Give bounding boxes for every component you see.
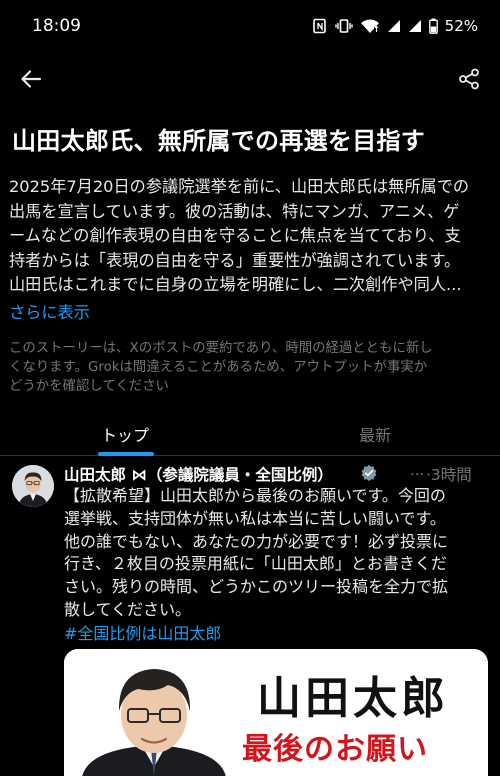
wifi-icon <box>360 19 379 33</box>
post-truncation-dots: ... <box>410 461 425 479</box>
post-header: 山田太郎 ⋈（参議院議員・全国比例） ... ·3時間 <box>64 461 494 485</box>
disclaimer-line: このストーリーは、Xのポストの要約であり、時間の経過とともに新し <box>9 341 433 356</box>
post-time: ·3時間 <box>426 466 472 484</box>
show-more-link[interactable]: さらに表示 <box>9 299 90 323</box>
tab-latest-label: 最新 <box>358 426 391 445</box>
disclaimer-line: くなります。Grokは間違えることがあるため、アウトプットが事実か <box>9 360 428 375</box>
summary-line: ームなどの創作表現の自由を守ることに焦点を当てており、支 <box>9 226 461 245</box>
avatar[interactable] <box>12 465 54 507</box>
media-subtitle-text: 最後のお願い <box>242 732 428 767</box>
post-text: 【拡散希望】山田太郎から最後のお願いです。今回の 選挙戦、支持団体が無い私は本当… <box>64 485 494 622</box>
post-text-line: 散してください。 <box>64 599 192 619</box>
share-icon <box>459 68 479 90</box>
share-button[interactable] <box>452 62 486 96</box>
summary-line: 出馬を宣言しています。彼の活動は、特にマンガ、アニメ、ゲ <box>9 201 460 221</box>
avatar-photo-icon <box>12 465 54 507</box>
post[interactable]: 山田太郎 ⋈（参議院議員・全国比例） ... ·3時間 【拡散希望】山田太郎から… <box>0 457 500 776</box>
arrow-left-icon <box>21 70 42 88</box>
verified-badge-icon <box>361 464 377 482</box>
post-text-line: 【拡散希望】山田太郎から最後のお願いです。今回の <box>64 486 446 505</box>
status-icons: 52% <box>312 17 478 35</box>
grok-disclaimer: このストーリーは、Xのポストの要約であり、時間の経過とともに新し くなります。G… <box>9 339 494 396</box>
nfc-icon <box>312 18 326 34</box>
app-bar <box>0 52 500 108</box>
summary-line: 持者からは「表現の自由を守る」重要性が強調されています。 <box>9 250 461 270</box>
back-button[interactable] <box>14 62 48 96</box>
post-text-line: 行き、２枚目の投票用紙に「山田太郎」とお書きくだ <box>64 554 447 574</box>
post-media-image[interactable]: 山田太郎 最後のお願い <box>64 649 488 776</box>
story-summary: 2025年7月20日の参議院選挙を前に、山田太郎氏は無所属での 出馬を宣言してい… <box>9 175 494 298</box>
battery-icon <box>428 18 438 34</box>
battery-percentage: 52% <box>444 17 478 35</box>
vibrate-icon <box>334 19 353 33</box>
hashtag-link[interactable]: #全国比例は山田太郎 <box>64 620 221 644</box>
signal-icon-2 <box>408 20 421 32</box>
signal-icon-1 <box>387 20 400 32</box>
tab-latest[interactable]: 最新 <box>250 412 500 456</box>
summary-line: 2025年7月20日の参議院選挙を前に、山田太郎氏は無所属での <box>9 177 470 196</box>
tab-top[interactable]: トップ <box>0 412 250 456</box>
status-bar: 18:09 52% <box>0 0 500 52</box>
post-text-line: 選挙戦、支持団体が無い私は本当に苦しい闘いです。 <box>64 508 446 528</box>
tab-bar: トップ 最新 <box>0 412 500 456</box>
active-tab-indicator <box>98 452 154 456</box>
status-time: 18:09 <box>32 16 81 36</box>
portrait-photo-icon <box>64 649 244 776</box>
author-name[interactable]: 山田太郎 ⋈（参議院議員・全国比例） <box>64 463 333 485</box>
disclaimer-line: どうかを確認してください <box>9 379 169 394</box>
story-title: 山田太郎氏、無所属での再選を目指す <box>12 127 426 155</box>
tab-top-label: トップ <box>100 426 149 445</box>
post-text-line: さい。残りの時間、どうかこのツリー投稿を全力で拡 <box>64 577 449 597</box>
summary-line: 山田氏はこれまでに自身の立場を明確にし、二次創作や同人... <box>9 275 462 294</box>
media-name-text: 山田太郎 <box>257 673 449 724</box>
post-text-line: 他の誰でもない、あなたの力が必要です！必ず投票に <box>64 531 449 551</box>
